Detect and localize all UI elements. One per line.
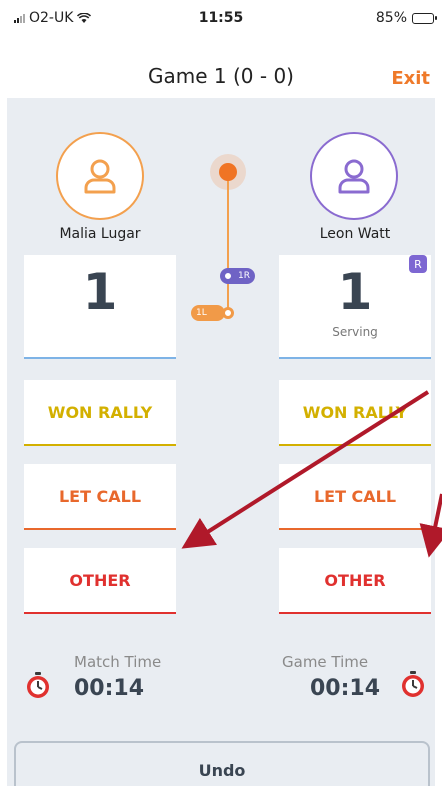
- battery-group: 85%: [375, 10, 437, 26]
- timeline-current-dot: [219, 163, 237, 181]
- user-icon: [84, 159, 116, 194]
- timeline-pin-left: [222, 307, 234, 319]
- battery-percent: 85%: [375, 10, 407, 26]
- stopwatch-icon: [27, 672, 49, 698]
- rally-timeline: 1R 1L: [167, 148, 267, 328]
- let-call-button-right[interactable]: LET CALL: [279, 464, 431, 530]
- match-time-value: 00:14: [74, 676, 145, 701]
- page-title: Game 1 (0 - 0): [148, 64, 294, 88]
- stopwatch-icon: [402, 671, 424, 697]
- match-time-label: Match Time: [74, 653, 162, 671]
- game-time-value: 00:14: [310, 676, 381, 701]
- game-header: Game 1 (0 - 0) Exit: [0, 56, 442, 96]
- player-right-score: 1: [337, 263, 373, 321]
- won-rally-button-right[interactable]: WON RALLY: [279, 380, 431, 446]
- timeline-line: [227, 172, 229, 312]
- match-panel: Malia Lugar Leon Watt 1R 1L 1 R 1 Servin…: [7, 98, 435, 786]
- player-left-score-box: 1: [24, 255, 176, 359]
- player-left-score: 1: [82, 263, 118, 321]
- player-right-avatar[interactable]: [310, 132, 398, 220]
- other-button-left[interactable]: OTHER: [24, 548, 176, 614]
- timeline-tag-left: 1L: [191, 305, 225, 321]
- game-time-label: Game Time: [282, 653, 369, 671]
- other-button-right[interactable]: OTHER: [279, 548, 431, 614]
- player-right-name: Leon Watt: [319, 226, 391, 242]
- serving-label: Serving: [332, 325, 378, 339]
- status-bar: O2-UK 11:55 85%: [0, 0, 442, 36]
- player-right-score-box: R 1 Serving: [279, 255, 431, 359]
- exit-button[interactable]: Exit: [391, 68, 430, 89]
- let-call-button-left[interactable]: LET CALL: [24, 464, 176, 530]
- player-left-avatar[interactable]: [56, 132, 144, 220]
- timeline-pin-right: [222, 270, 234, 282]
- user-icon: [338, 159, 370, 194]
- undo-button[interactable]: Undo: [14, 741, 430, 786]
- player-left-name: Malia Lugar: [59, 226, 141, 242]
- won-rally-button-left[interactable]: WON RALLY: [24, 380, 176, 446]
- battery-icon: [412, 12, 437, 24]
